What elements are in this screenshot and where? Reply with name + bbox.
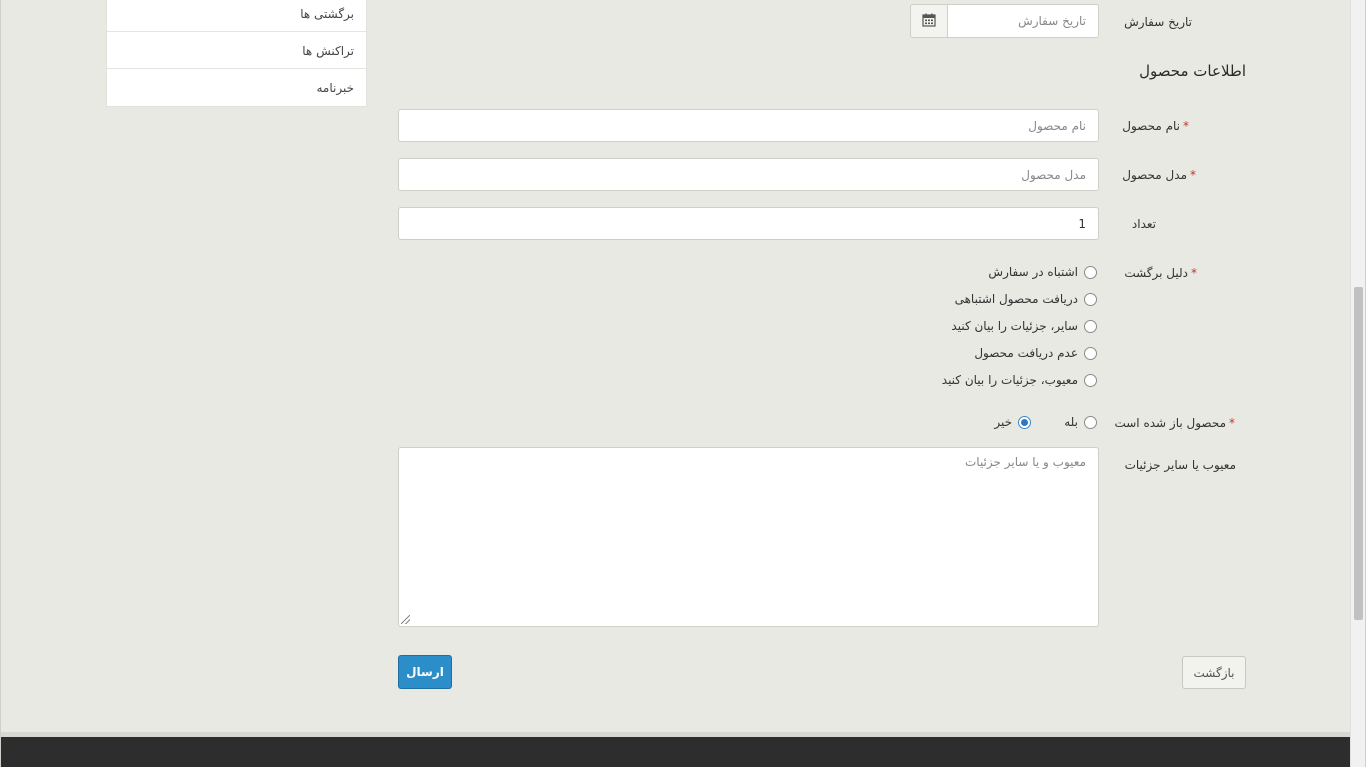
- sidebar-item-label: برگشتی ها: [300, 7, 354, 21]
- radio-button[interactable]: [1084, 415, 1097, 429]
- reason-option-order-mistake[interactable]: اشتباه در سفارش: [988, 265, 1097, 279]
- submit-button[interactable]: ارسال: [398, 655, 452, 689]
- details-label: معیوب یا سایر جزئیات: [1124, 458, 1236, 472]
- account-sidebar-menu: برگشتی ها تراکنش ها خبرنامه: [106, 0, 367, 107]
- order-date-label: تاریخ سفارش: [1124, 15, 1192, 29]
- product-info-heading: اطلاعات محصول: [1139, 62, 1246, 80]
- reason-option-defective[interactable]: معیوب، جزئیات را بیان کنید: [942, 373, 1097, 387]
- product-name-label: *نام محصول: [1122, 119, 1189, 133]
- reason-option-wrong-product[interactable]: دریافت محصول اشتباهی: [955, 292, 1097, 306]
- product-name-input[interactable]: نام محصول: [398, 109, 1099, 142]
- radio-button-checked[interactable]: [1018, 415, 1031, 429]
- sidebar-item-returns[interactable]: برگشتی ها: [107, 0, 366, 32]
- product-model-input[interactable]: مدل محصول: [398, 158, 1099, 191]
- radio-button[interactable]: [1084, 346, 1097, 360]
- page-footer: [1, 732, 1351, 767]
- sidebar-item-newsletter[interactable]: خبرنامه: [107, 69, 366, 106]
- quantity-input[interactable]: 1: [398, 207, 1099, 240]
- radio-button[interactable]: [1084, 265, 1097, 279]
- opened-option-no[interactable]: خیر: [994, 415, 1031, 429]
- calendar-icon: [922, 12, 936, 31]
- radio-button[interactable]: [1084, 319, 1097, 333]
- reason-option-not-received[interactable]: عدم دریافت محصول: [974, 346, 1097, 360]
- details-textarea[interactable]: معیوب و یا سایر جزئیات: [398, 447, 1099, 627]
- calendar-button[interactable]: [910, 4, 948, 38]
- product-opened-label: *محصول باز شده است: [1114, 416, 1235, 430]
- resize-grip-icon[interactable]: [401, 615, 410, 624]
- radio-button[interactable]: [1084, 373, 1097, 387]
- reason-option-other[interactable]: سایر، جزئیات را بیان کنید: [951, 319, 1097, 333]
- sidebar-item-label: خبرنامه: [316, 81, 354, 95]
- order-date-input[interactable]: تاریخ سفارش: [947, 4, 1099, 38]
- radio-button[interactable]: [1084, 292, 1097, 306]
- back-button[interactable]: بازگشت: [1182, 656, 1246, 689]
- scrollbar-thumb[interactable]: [1354, 287, 1363, 620]
- return-reason-label: *دلیل برگشت: [1124, 266, 1197, 280]
- sidebar-item-label: تراکنش ها: [302, 44, 354, 58]
- vertical-scrollbar[interactable]: [1350, 0, 1365, 767]
- opened-option-yes[interactable]: بله: [1064, 415, 1097, 429]
- quantity-label: تعداد: [1131, 217, 1156, 231]
- product-model-label: *مدل محصول: [1122, 168, 1196, 182]
- sidebar-item-transactions[interactable]: تراکنش ها: [107, 32, 366, 69]
